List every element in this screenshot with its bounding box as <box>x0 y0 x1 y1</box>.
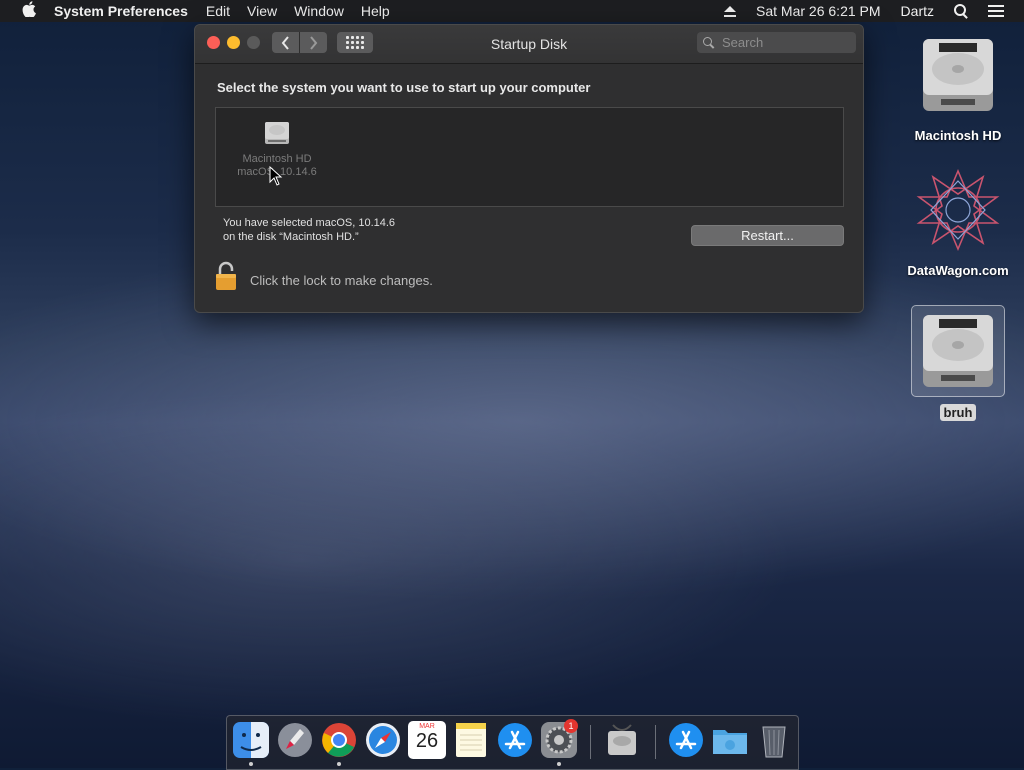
calendar-month: MAR <box>419 723 435 730</box>
notification-center-icon[interactable] <box>988 5 1004 17</box>
desktop-icon-macintosh-hd[interactable]: Macintosh HD <box>903 30 1013 143</box>
mouse-cursor-icon <box>269 166 283 186</box>
menu-user[interactable]: Dartz <box>901 3 934 19</box>
hard-drive-icon <box>265 122 289 144</box>
hard-drive-icon <box>923 315 993 387</box>
dock: MAR 26 1 <box>226 715 799 770</box>
eject-icon[interactable] <box>724 5 737 17</box>
downloads-folder-icon[interactable] <box>711 721 749 759</box>
disk-list: Macintosh HD macOS, 10.14.6 <box>215 107 844 207</box>
search-field[interactable] <box>697 32 856 53</box>
menu-window[interactable]: Window <box>294 3 344 19</box>
startup-heading: Select the system you want to use to sta… <box>217 80 591 95</box>
running-indicator <box>337 762 341 766</box>
finder-icon[interactable] <box>232 721 270 759</box>
menu-clock[interactable]: Sat Mar 26 6:21 PM <box>756 3 881 19</box>
restart-button[interactable]: Restart... <box>691 225 844 246</box>
spotlight-icon[interactable] <box>954 4 968 18</box>
dock-separator <box>655 725 656 759</box>
search-input[interactable] <box>720 34 844 51</box>
desktop-icon-datawagon[interactable]: DataWagon.com <box>903 165 1013 278</box>
disk-name: Macintosh HD <box>242 153 312 165</box>
calendar-day: 26 <box>415 730 439 752</box>
desktop-icon-label: bruh <box>903 404 1013 421</box>
notification-badge: 1 <box>564 719 578 733</box>
launchpad-icon[interactable] <box>276 721 314 759</box>
app-store-icon[interactable] <box>496 721 534 759</box>
menu-app-name[interactable]: System Preferences <box>54 3 188 19</box>
menu-view[interactable]: View <box>247 3 277 19</box>
notes-icon[interactable] <box>452 721 490 759</box>
selection-line-1: You have selected macOS, 10.14.6 <box>223 217 396 229</box>
geometric-star-icon <box>916 168 1000 252</box>
startup-disk-window: Startup Disk Select the system you want … <box>194 24 864 313</box>
menu-help[interactable]: Help <box>361 3 390 19</box>
app-store-icon[interactable] <box>667 721 705 759</box>
hard-drive-icon <box>923 39 993 111</box>
desktop-icon-label: DataWagon.com <box>907 263 1009 278</box>
apple-menu-icon[interactable] <box>18 1 40 21</box>
safari-icon[interactable] <box>364 721 402 759</box>
chrome-icon[interactable] <box>320 721 358 759</box>
menu-bar: System Preferences Edit View Window Help… <box>0 0 1024 22</box>
search-icon <box>703 37 714 48</box>
desktop-icon-bruh[interactable]: bruh <box>903 305 1013 421</box>
lock-label: Click the lock to make changes. <box>250 273 433 288</box>
selection-line-2: on the disk “Macintosh HD.” <box>223 231 359 243</box>
calendar-icon[interactable]: MAR 26 <box>408 721 446 759</box>
dock-separator <box>590 725 591 759</box>
disk-utility-icon[interactable] <box>603 721 641 759</box>
trash-icon[interactable] <box>755 721 793 759</box>
selection-description: You have selected macOS, 10.14.6 on the … <box>223 216 395 244</box>
running-indicator <box>557 762 561 766</box>
running-indicator <box>249 762 253 766</box>
desktop-icon-label: Macintosh HD <box>914 128 1002 143</box>
lock-icon[interactable] <box>215 261 237 291</box>
window-titlebar[interactable]: Startup Disk <box>195 25 863 64</box>
menu-edit[interactable]: Edit <box>206 3 230 19</box>
